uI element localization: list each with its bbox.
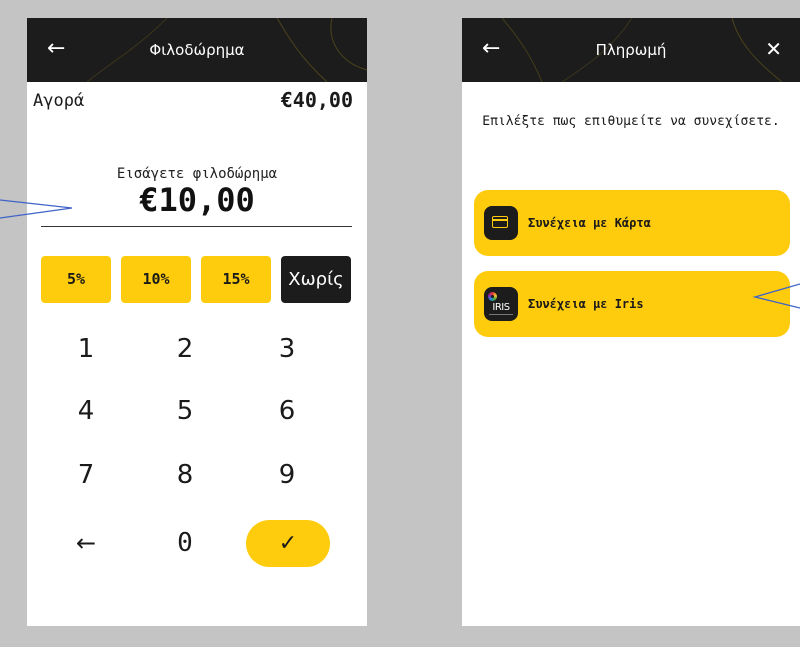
keypad-key-7[interactable]: 7 [41, 452, 131, 498]
keypad-key-8[interactable]: 8 [140, 452, 230, 498]
keypad-key-9[interactable]: 9 [242, 452, 332, 498]
confirm-check-button[interactable]: ✓ [246, 520, 330, 567]
purchase-amount: €40,00 [280, 88, 353, 112]
preset-5-percent-button[interactable]: 5% [41, 256, 111, 303]
keypad-key-1[interactable]: 1 [41, 326, 131, 372]
iris-option-label: Συνέχεια με Iris [528, 297, 644, 311]
payment-app-bar: ← Πληρωμή ✕ [462, 18, 800, 82]
tip-app-bar: ← Φιλοδώρημα [27, 18, 367, 82]
tip-screen: ← Φιλοδώρημα Αγορά €40,00 Εισάγετε φιλοδ… [27, 18, 367, 626]
card-option-label: Συνέχεια με Κάρτα [528, 216, 651, 230]
keypad-backspace-icon[interactable]: ← [41, 520, 131, 566]
keypad-key-3[interactable]: 3 [242, 326, 332, 372]
no-tip-button[interactable]: Χωρίς [281, 256, 351, 303]
tip-amount-input[interactable]: €10,00 [27, 181, 367, 219]
keypad-key-2[interactable]: 2 [140, 326, 230, 372]
tip-screen-title: Φιλοδώρημα [149, 41, 245, 59]
preset-10-percent-button[interactable]: 10% [121, 256, 191, 303]
iris-logo-icon: IRIS [484, 287, 518, 321]
keypad-key-0[interactable]: 0 [140, 520, 230, 566]
keypad-key-5[interactable]: 5 [140, 388, 230, 434]
card-icon [484, 206, 518, 240]
tip-prompt: Εισάγετε φιλοδώρημα [116, 166, 278, 182]
continue-with-iris-button[interactable]: IRIS Συνέχεια με Iris [474, 271, 790, 337]
preset-15-percent-button[interactable]: 15% [201, 256, 271, 303]
purchase-label: Αγορά [33, 91, 85, 111]
payment-screen-title: Πληρωμή [595, 41, 667, 59]
checkmark-icon: ✓ [278, 531, 298, 556]
keypad-key-4[interactable]: 4 [41, 388, 131, 434]
close-icon[interactable]: ✕ [765, 18, 782, 80]
canvas: ← Φιλοδώρημα Αγορά €40,00 Εισάγετε φιλοδ… [0, 0, 800, 647]
tip-input-underline [41, 226, 352, 227]
payment-screen: ← Πληρωμή ✕ Επιλέξτε πως επιθυμείτε να σ… [462, 18, 800, 626]
continue-with-card-button[interactable]: Συνέχεια με Κάρτα [474, 190, 790, 256]
keypad-key-6[interactable]: 6 [242, 388, 332, 434]
payment-instruction: Επιλέξτε πως επιθυμείτε να συνεχίσετε. [482, 114, 780, 129]
